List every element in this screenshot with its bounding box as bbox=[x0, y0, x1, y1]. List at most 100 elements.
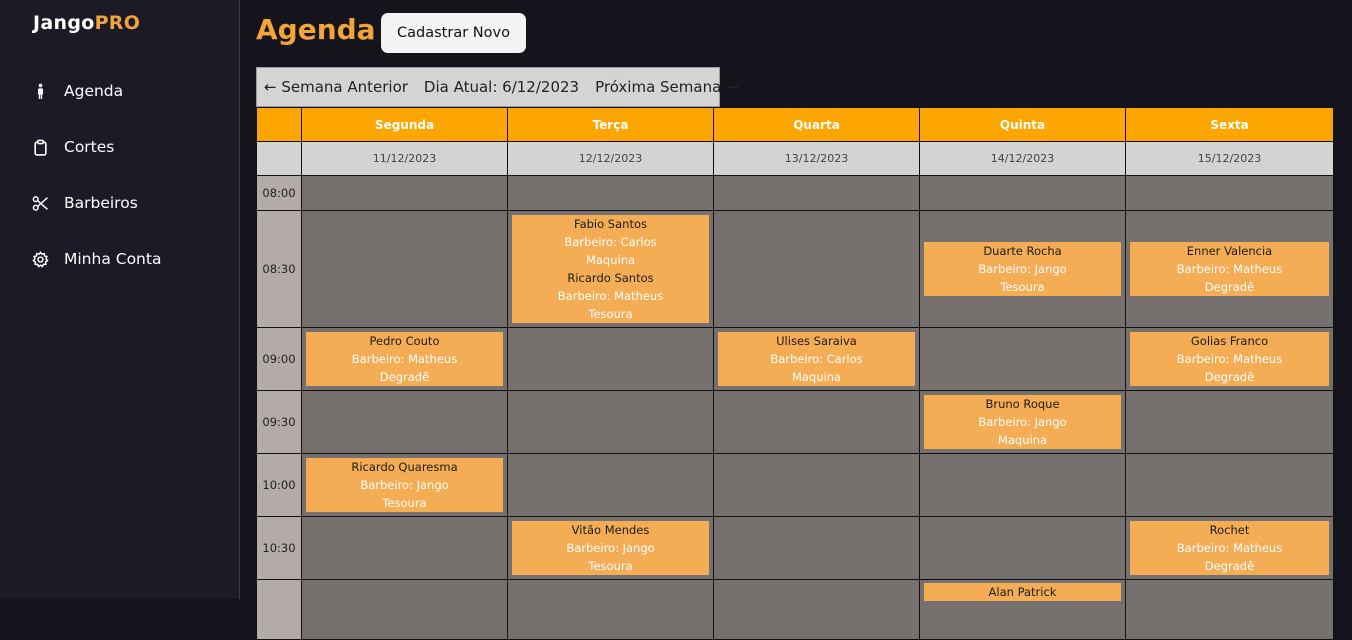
day-header: Sexta bbox=[1125, 107, 1334, 142]
sidebar-item-minha-conta[interactable]: Minha Conta bbox=[30, 244, 161, 274]
time-label: 09:00 bbox=[256, 327, 302, 391]
time-slot[interactable]: Pedro Couto Barbeiro: Matheus Degradê bbox=[301, 327, 508, 391]
time-slot[interactable]: Rochet Barbeiro: Matheus Degradê bbox=[1125, 516, 1334, 580]
appointment-card[interactable]: Ricardo Quaresma Barbeiro: Jango Tesoura bbox=[306, 458, 503, 512]
sidebar-item-agenda[interactable]: Agenda bbox=[30, 76, 123, 106]
sidebar-item-barbeiros[interactable]: Barbeiros bbox=[30, 188, 138, 218]
calendar: Segunda Terça Quarta Quinta Sexta 11/12/… bbox=[256, 107, 1334, 640]
time-slot[interactable]: Golias Franco Barbeiro: Matheus Degradê bbox=[1125, 327, 1334, 391]
week-navigation: ← Semana Anterior Dia Atual: 6/12/2023 P… bbox=[256, 67, 739, 107]
date-cell: 12/12/2023 bbox=[507, 141, 714, 176]
time-slot[interactable] bbox=[1125, 175, 1334, 211]
page-title: Agenda bbox=[256, 13, 376, 46]
time-slot[interactable]: Ulises Saraiva Barbeiro: Carlos Maquina bbox=[713, 327, 920, 391]
appointment-barber: Barbeiro: Matheus bbox=[1176, 262, 1283, 276]
appointment-name: Enner Valencia bbox=[1186, 244, 1273, 258]
appointment-service: Degradê bbox=[1204, 370, 1255, 384]
time-slot[interactable] bbox=[1125, 579, 1334, 640]
clipboard-icon bbox=[30, 137, 50, 157]
time-slot[interactable] bbox=[919, 175, 1126, 211]
time-slot[interactable] bbox=[919, 453, 1126, 517]
appointment-card[interactable]: Bruno Roque Barbeiro: Jango Maquina bbox=[924, 395, 1121, 449]
sidebar-item-cortes[interactable]: Cortes bbox=[30, 132, 114, 162]
time-slot[interactable] bbox=[507, 390, 714, 454]
appointment-name: Duarte Rocha bbox=[983, 244, 1062, 258]
time-slot[interactable] bbox=[507, 175, 714, 211]
time-slot[interactable] bbox=[507, 453, 714, 517]
time-slot[interactable] bbox=[919, 516, 1126, 580]
appointment-barber: Barbeiro: Jango bbox=[978, 262, 1067, 276]
calendar-table: Segunda Terça Quarta Quinta Sexta 11/12/… bbox=[256, 107, 1334, 640]
appointment-service: Degradê bbox=[1204, 559, 1255, 573]
next-week-link[interactable]: Próxima Semana → bbox=[595, 78, 739, 96]
appointment-barber: Barbeiro: Carlos bbox=[564, 235, 657, 249]
sidebar: JangoPRO Agenda Cortes Barbeiros Minha C… bbox=[0, 0, 240, 599]
time-slot[interactable] bbox=[507, 327, 714, 391]
time-slot[interactable] bbox=[713, 579, 920, 640]
time-slot[interactable]: Enner Valencia Barbeiro: Matheus Degradê bbox=[1125, 210, 1334, 328]
time-slot[interactable] bbox=[713, 210, 920, 328]
gear-icon bbox=[30, 249, 50, 269]
appointment-service: Tesoura bbox=[588, 307, 633, 321]
time-label bbox=[256, 579, 302, 640]
appointment-barber: Barbeiro: Matheus bbox=[557, 289, 664, 303]
date-row: 11/12/2023 12/12/2023 13/12/2023 14/12/2… bbox=[256, 141, 1334, 176]
appointment-service: Maquina bbox=[585, 253, 636, 267]
logo: JangoPRO bbox=[33, 12, 141, 34]
appointment-name: Ricardo Quaresma bbox=[351, 460, 458, 474]
appointment-card[interactable]: Duarte Rocha Barbeiro: Jango Tesoura bbox=[924, 242, 1121, 296]
appointment-card[interactable]: Pedro Couto Barbeiro: Matheus Degradê bbox=[306, 332, 503, 386]
time-slot[interactable] bbox=[713, 390, 920, 454]
time-row: 09:00 Pedro Couto Barbeiro: Matheus Degradê… bbox=[256, 327, 1334, 391]
new-appointment-button[interactable]: Cadastrar Novo bbox=[381, 13, 526, 53]
date-cell: 15/12/2023 bbox=[1125, 141, 1334, 176]
appointment-card[interactable]: Alan Patrick bbox=[924, 583, 1121, 601]
appointment-card[interactable]: Vitão Mendes Barbeiro: Jango Tesoura bbox=[512, 521, 709, 575]
appointment-name: Bruno Roque bbox=[985, 397, 1060, 411]
appointment-card[interactable]: Rochet Barbeiro: Matheus Degradê bbox=[1130, 521, 1329, 575]
previous-week-link[interactable]: ← Semana Anterior bbox=[264, 78, 408, 96]
appointment-name: Ricardo Santos bbox=[567, 271, 654, 285]
day-header: Terça bbox=[507, 107, 714, 142]
time-slot[interactable] bbox=[919, 327, 1126, 391]
appointment-name: Vitão Mendes bbox=[571, 523, 650, 537]
time-slot[interactable]: Duarte Rocha Barbeiro: Jango Tesoura bbox=[919, 210, 1126, 328]
main-content: Agenda Cadastrar Novo ← Semana Anterior … bbox=[240, 0, 1352, 640]
appointment-card[interactable]: Fabio Santos Barbeiro: Carlos Maquina Ricar… bbox=[512, 215, 709, 323]
time-slot[interactable]: Vitão Mendes Barbeiro: Jango Tesoura bbox=[507, 516, 714, 580]
time-slot[interactable] bbox=[301, 516, 508, 580]
appointment-barber: Barbeiro: Jango bbox=[978, 415, 1067, 429]
date-cell: 14/12/2023 bbox=[919, 141, 1126, 176]
time-slot[interactable] bbox=[713, 453, 920, 517]
current-day-label: Dia Atual: 6/12/2023 bbox=[423, 78, 580, 96]
appointment-barber: Barbeiro: Carlos bbox=[770, 352, 863, 366]
time-slot[interactable] bbox=[507, 579, 714, 640]
appointment-card[interactable]: Enner Valencia Barbeiro: Matheus Degradê bbox=[1130, 242, 1329, 296]
appointment-card[interactable]: Ulises Saraiva Barbeiro: Carlos Maquina bbox=[718, 332, 915, 386]
time-slot[interactable]: Ricardo Quaresma Barbeiro: Jango Tesoura bbox=[301, 453, 508, 517]
time-slot[interactable]: Alan Patrick bbox=[919, 579, 1126, 640]
time-slot[interactable] bbox=[301, 390, 508, 454]
time-row: 10:00 Ricardo Quaresma Barbeiro: Jango Teso… bbox=[256, 453, 1334, 517]
time-slot[interactable]: Fabio Santos Barbeiro: Carlos Maquina Ricar… bbox=[507, 210, 714, 328]
appointment-service: Tesoura bbox=[1000, 280, 1045, 294]
corner-cell bbox=[256, 141, 302, 176]
appointment-service: Tesoura bbox=[588, 559, 633, 573]
time-slot[interactable] bbox=[301, 579, 508, 640]
appointment-card[interactable]: Golias Franco Barbeiro: Matheus Degradê bbox=[1130, 332, 1329, 386]
time-slot[interactable] bbox=[301, 175, 508, 211]
appointment-name: Fabio Santos bbox=[574, 217, 647, 231]
corner-cell bbox=[256, 107, 302, 142]
time-row: 08:30 Fabio Santos Barbeiro: Carlos Maquina… bbox=[256, 210, 1334, 328]
appointment-name: Alan Patrick bbox=[988, 585, 1057, 599]
day-header-row: Segunda Terça Quarta Quinta Sexta bbox=[256, 107, 1334, 142]
time-slot[interactable] bbox=[301, 210, 508, 328]
appointment-barber: Barbeiro: Jango bbox=[360, 478, 449, 492]
appointment-barber: Barbeiro: Matheus bbox=[1176, 541, 1283, 555]
time-slot[interactable] bbox=[1125, 453, 1334, 517]
time-slot[interactable]: Bruno Roque Barbeiro: Jango Maquina bbox=[919, 390, 1126, 454]
time-slot[interactable] bbox=[1125, 390, 1334, 454]
time-slot[interactable] bbox=[713, 175, 920, 211]
time-slot[interactable] bbox=[713, 516, 920, 580]
day-header: Segunda bbox=[301, 107, 508, 142]
